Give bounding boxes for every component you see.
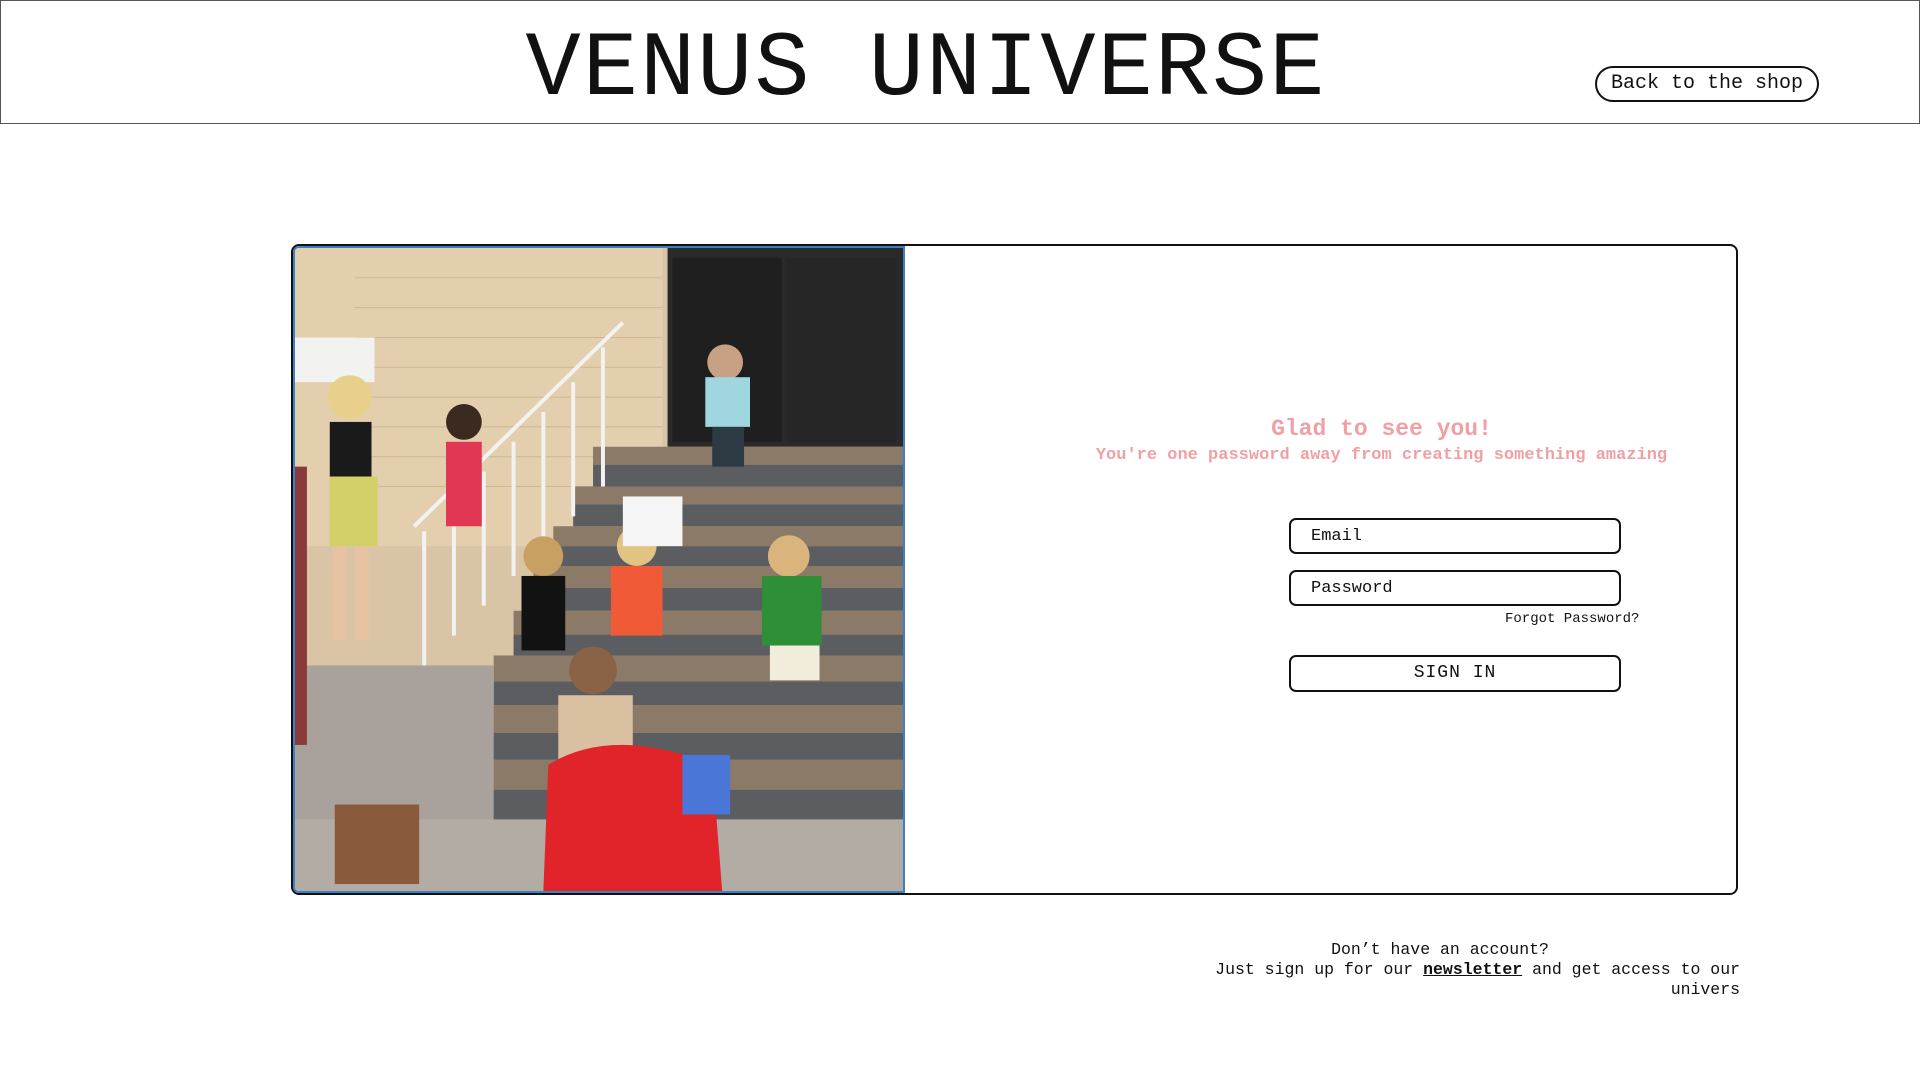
newsletter-link[interactable]: newsletter [1423, 960, 1522, 979]
signup-question: Don’t have an account? [1331, 940, 1549, 959]
signup-prefix: Just sign up for our [1215, 960, 1414, 979]
password-field[interactable] [1289, 570, 1621, 606]
signup-line: Just sign up for our newsletter and get … [1140, 960, 1740, 1000]
site-header: VENUS UNIVERSE Back to the shop [0, 0, 1920, 124]
back-to-shop-button[interactable]: Back to the shop [1595, 66, 1819, 102]
hero-photo [293, 246, 905, 893]
brand-logo[interactable]: VENUS UNIVERSE [1, 15, 1851, 125]
hero-photo-image [295, 248, 903, 891]
forgot-password-link[interactable]: Forgot Password? [1505, 611, 1685, 627]
greeting-subtitle: You're one password away from creating s… [1095, 446, 1668, 465]
signup-prompt: Don’t have an account? Just sign up for … [1100, 940, 1740, 1000]
signup-suffix: and get access to our univers [1532, 960, 1740, 999]
email-field[interactable] [1289, 518, 1621, 554]
sign-in-button[interactable]: SIGN IN [1289, 655, 1621, 692]
greeting-title: Glad to see you! [1271, 416, 1492, 442]
